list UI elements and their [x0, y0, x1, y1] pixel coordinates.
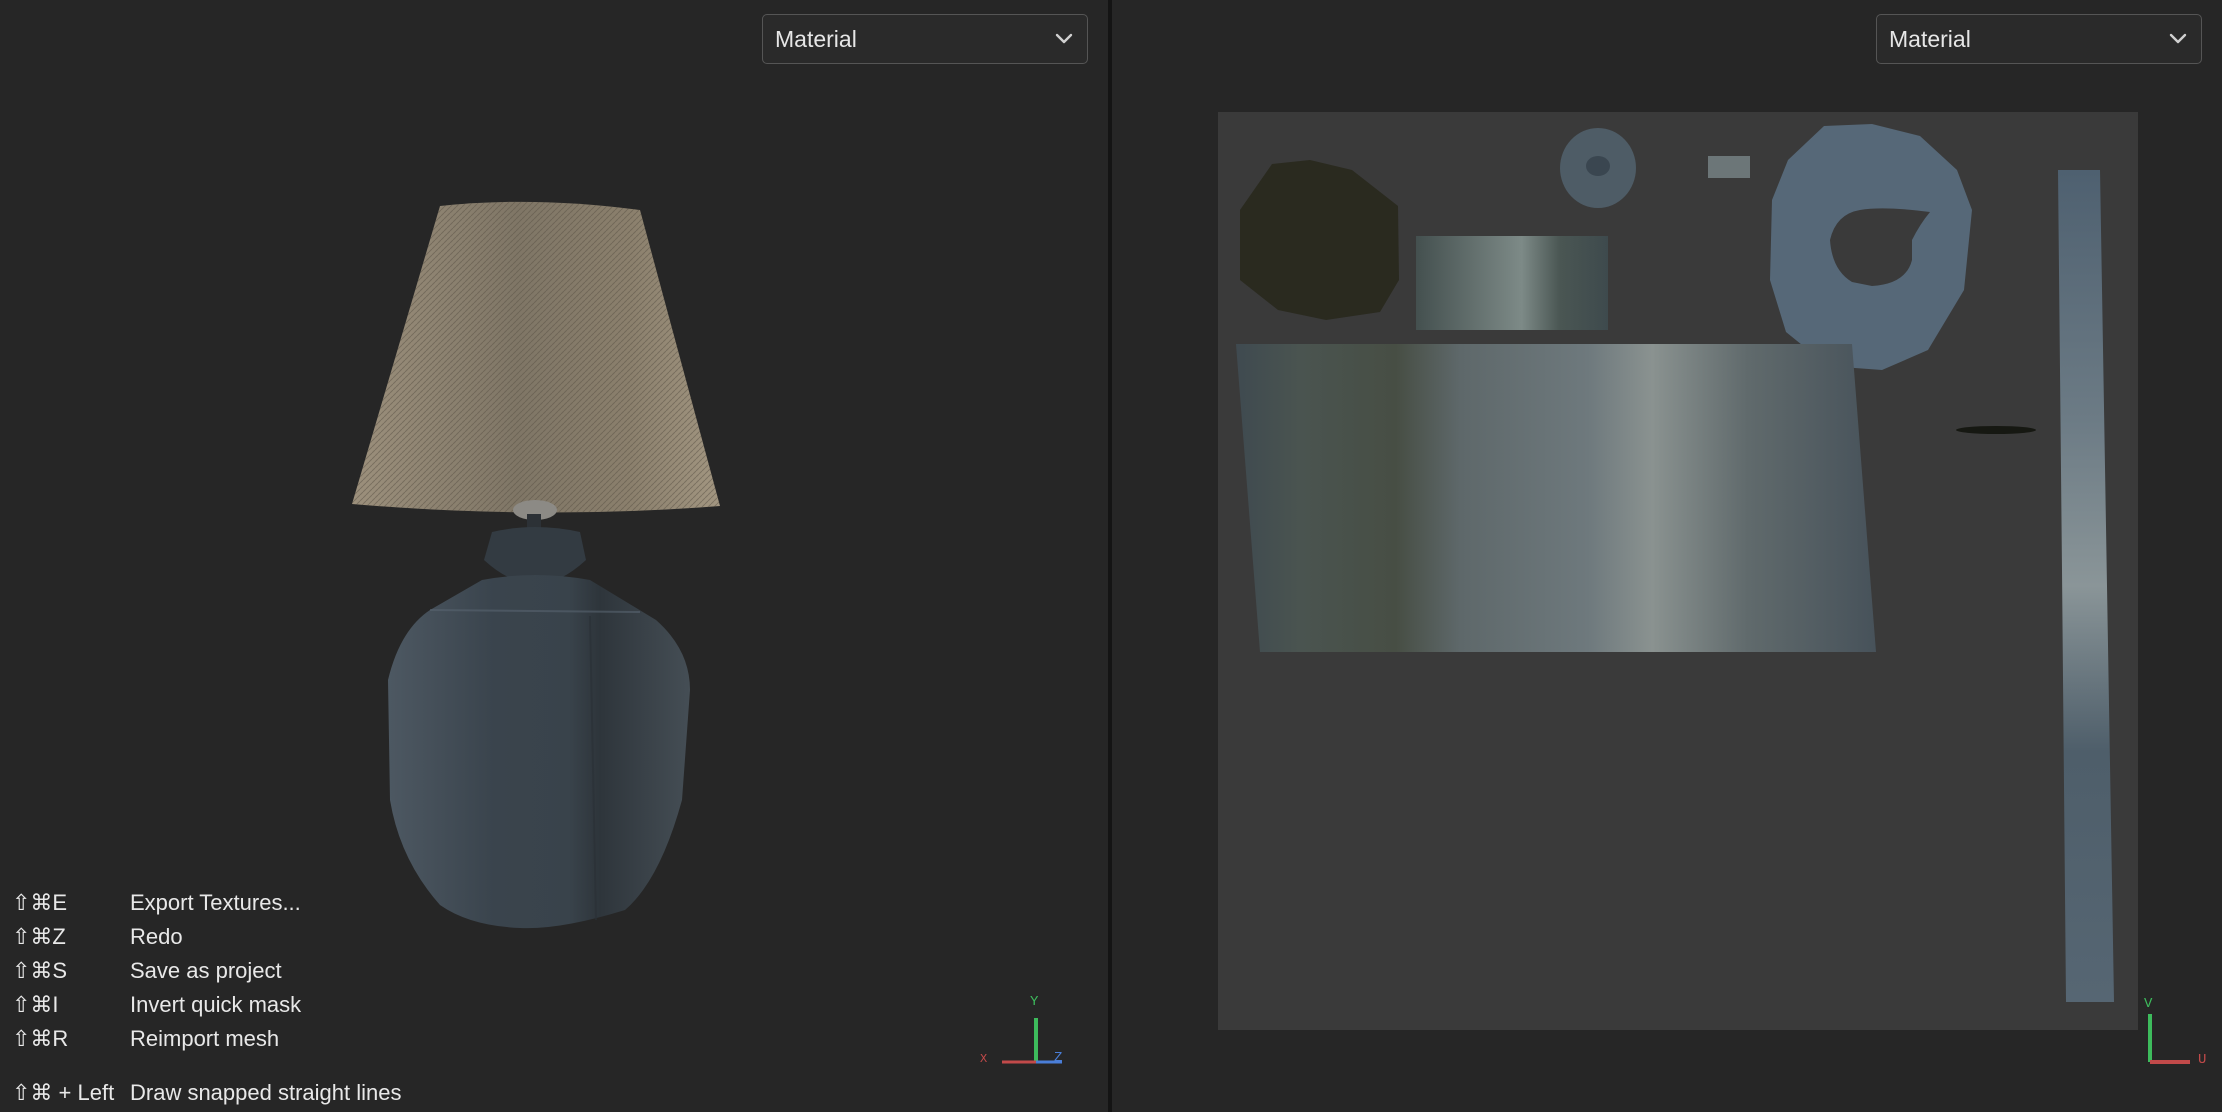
- axis-gizmo-3d: Y X Z: [970, 990, 1070, 1070]
- dropdown-label: Material: [775, 25, 857, 52]
- uv-texture-sheet[interactable]: [1112, 0, 2222, 1112]
- shortcut-hints: ⇧⌘E Export Textures... ⇧⌘Z Redo ⇧⌘S Save…: [12, 886, 401, 1110]
- dropdown-label: Material: [1889, 25, 1971, 52]
- uv-island: [1416, 236, 1608, 330]
- shortcut-keys: ⇧⌘E: [12, 890, 68, 915]
- axis-z-label: Z: [1054, 1050, 1063, 1066]
- viewport-3d[interactable]: Material ⇧⌘E Export Textures... ⇧⌘Z Redo…: [0, 0, 1108, 1112]
- shortcut-action: Reimport mesh: [130, 1026, 280, 1051]
- material-dropdown-3d[interactable]: Material: [762, 14, 1088, 64]
- shortcut-row: ⇧⌘E Export Textures...: [12, 886, 401, 920]
- material-dropdown-uv[interactable]: Material: [1876, 14, 2202, 64]
- shortcut-keys: ⇧⌘S: [12, 958, 68, 983]
- axis-gizmo-uv: [2148, 1014, 2190, 1064]
- shortcut-action: Invert quick mask: [130, 992, 302, 1017]
- axis-x-label: X: [980, 1052, 988, 1066]
- viewport-uv[interactable]: V U Material: [1112, 0, 2222, 1112]
- shortcut-row: ⇧⌘S Save as project: [12, 954, 401, 988]
- shortcut-action: Save as project: [130, 958, 282, 983]
- shortcut-row: ⇧⌘R Reimport mesh: [12, 1022, 401, 1056]
- shortcut-row: ⇧⌘ + Left Draw snapped straight lines: [12, 1076, 401, 1110]
- shortcut-keys: ⇧⌘I: [12, 992, 59, 1017]
- shortcut-keys: ⇧⌘ + Left: [12, 1080, 115, 1105]
- shortcut-row: ⇧⌘I Invert quick mask: [12, 988, 401, 1022]
- uv-island: [1236, 344, 1876, 652]
- chevron-down-icon: [1053, 28, 1075, 50]
- chevron-down-icon: [2167, 28, 2189, 50]
- shortcut-action: Draw snapped straight lines: [130, 1080, 402, 1105]
- axis-u-label: U: [2198, 1052, 2207, 1068]
- shortcut-action: Redo: [130, 924, 183, 949]
- shortcut-action: Export Textures...: [130, 890, 301, 915]
- axis-y-label: Y: [1030, 994, 1039, 1010]
- shortcut-row: ⇧⌘Z Redo: [12, 920, 401, 954]
- lamp-vase: [388, 575, 690, 929]
- uv-island: [1708, 156, 1750, 178]
- shortcut-keys: ⇧⌘R: [12, 1026, 69, 1051]
- axis-v-label: V: [2144, 996, 2153, 1012]
- uv-island: [1956, 426, 2036, 434]
- shortcut-keys: ⇧⌘Z: [12, 924, 66, 949]
